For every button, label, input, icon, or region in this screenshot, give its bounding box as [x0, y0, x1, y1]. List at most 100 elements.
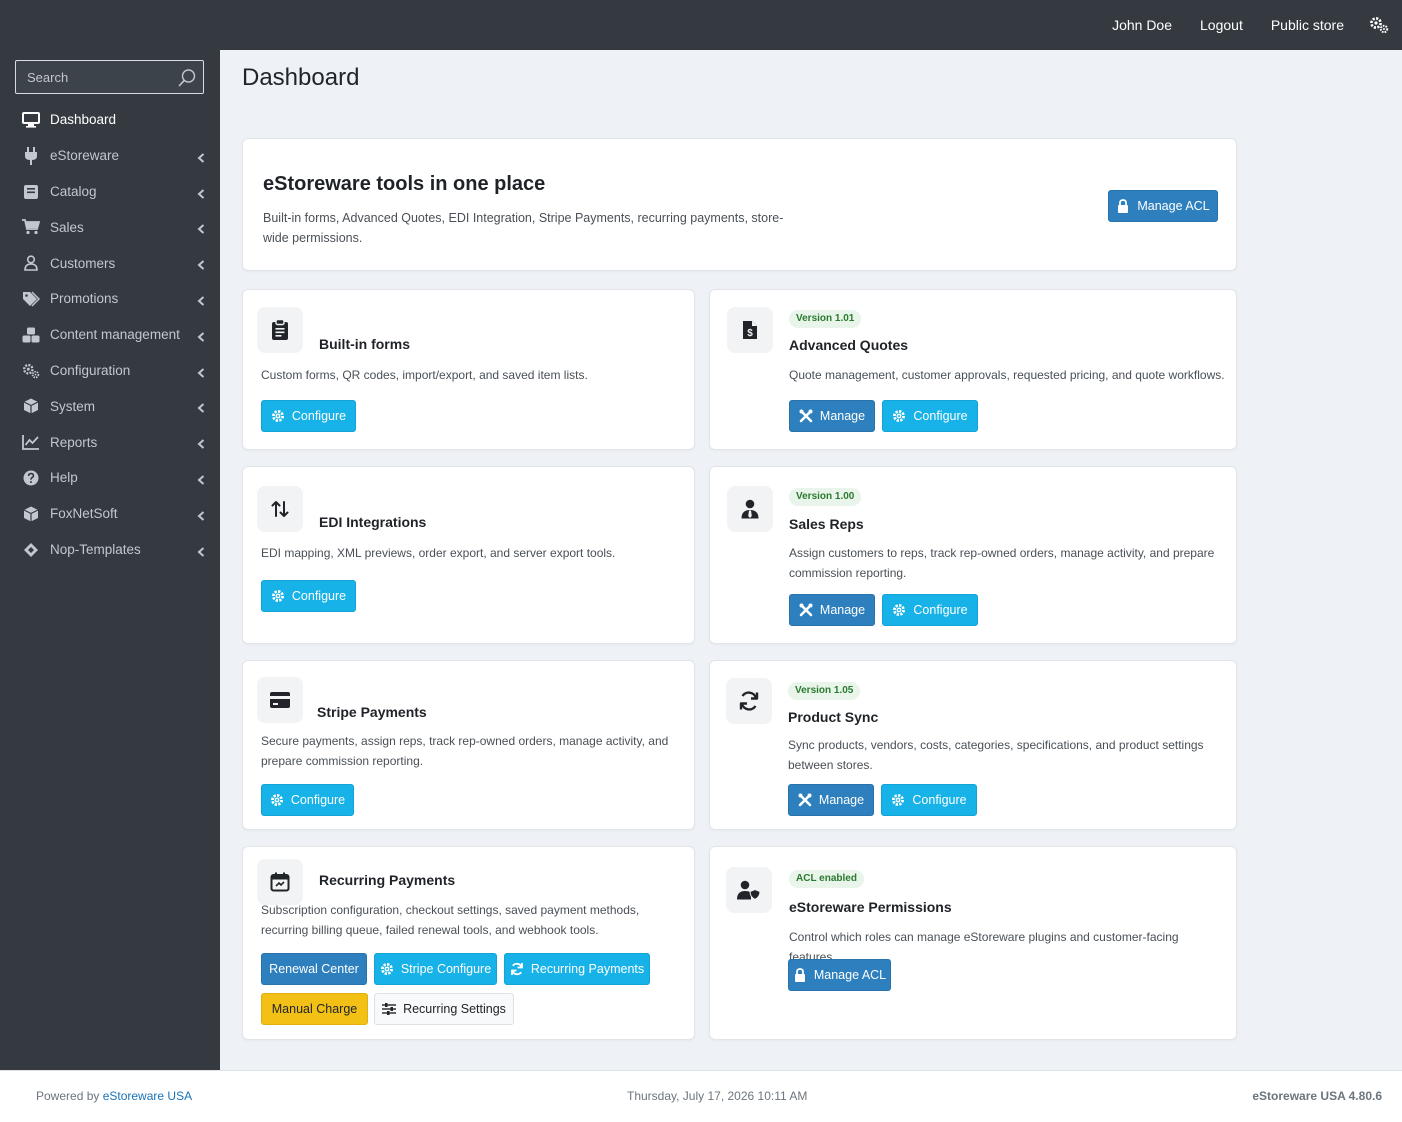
powered-by-link[interactable]: eStoreware USA: [103, 1089, 192, 1103]
powered-by-text: Powered by: [36, 1089, 103, 1103]
configure-label: Configure: [913, 409, 968, 423]
sidebar-item-label: FoxNetSoft: [50, 506, 118, 522]
sidebar-item-label: Promotions: [50, 291, 119, 307]
sidebar-item-label: Sales: [50, 219, 84, 235]
configure-button[interactable]: Configure: [261, 400, 356, 432]
chevron-left-icon: [197, 187, 205, 199]
clipboard-icon: [257, 307, 303, 353]
tool-title: Built-in forms: [319, 336, 410, 352]
sync-icon: [510, 962, 524, 976]
tool-description: Custom forms, QR codes, import/export, a…: [261, 368, 588, 382]
sidebar-item-system[interactable]: System: [0, 388, 220, 424]
credit-card-icon: [257, 677, 303, 723]
tool-description: Secure payments, assign reps, track rep-…: [261, 734, 669, 768]
configure-button[interactable]: Configure: [882, 400, 978, 432]
tool-title: EDI Integrations: [319, 514, 427, 530]
recurring-settings-button[interactable]: Recurring Settings: [374, 993, 514, 1025]
gear-icon: [892, 603, 906, 617]
page-title: Dashboard: [242, 64, 360, 91]
footer-powered-by: Powered by eStoreware USA: [36, 1089, 192, 1103]
manage-button[interactable]: Manage: [788, 784, 874, 816]
manage-label: Manage: [818, 793, 865, 807]
configure-button[interactable]: Configure: [882, 594, 978, 626]
chevron-left-icon: [197, 366, 205, 378]
footer-version: eStoreware USA 4.80.6: [1252, 1089, 1382, 1103]
plug-icon: [22, 146, 40, 165]
configure-button[interactable]: Configure: [261, 784, 354, 816]
recurring-payments-button[interactable]: Recurring Payments: [504, 953, 650, 985]
tool-card-product-sync: Version 1.05 Product Sync Sync products,…: [709, 660, 1237, 830]
logout-link[interactable]: Logout: [1200, 17, 1243, 33]
book-icon: [22, 183, 40, 201]
file-invoice-dollar-icon: $: [727, 307, 773, 353]
manage-acl-button[interactable]: Manage ACL: [1108, 190, 1218, 222]
cubes-icon: [22, 326, 40, 344]
sidebar-item-estoreware[interactable]: eStoreware: [0, 138, 220, 174]
tool-title: Recurring Payments: [319, 872, 456, 888]
tool-description: EDI mapping, XML previews, order export,…: [261, 546, 616, 560]
manual-charge-button[interactable]: Manual Charge: [261, 993, 368, 1025]
sidebar-item-catalog[interactable]: Catalog: [0, 174, 220, 210]
configure-label: Configure: [291, 409, 347, 423]
tool-description: Assign customers to reps, track rep-owne…: [789, 546, 1215, 580]
gear-icon: [891, 793, 905, 807]
configure-button[interactable]: Configure: [261, 580, 356, 612]
gears-icon: [22, 362, 40, 380]
recurring-settings-label: Recurring Settings: [403, 1002, 506, 1016]
stripe-configure-button[interactable]: Stripe Configure: [374, 953, 497, 985]
chevron-left-icon: [197, 437, 205, 449]
recurring-payments-label: Recurring Payments: [530, 962, 645, 976]
user-icon: [22, 254, 40, 272]
line-chart-icon: [22, 433, 40, 451]
cube-icon: [22, 505, 40, 523]
sidebar-item-help[interactable]: Help: [0, 460, 220, 496]
sidebar-item-nop-templates[interactable]: Nop-Templates: [0, 532, 220, 568]
manage-label: Manage: [819, 409, 866, 423]
sidebar-item-foxnetsoft[interactable]: FoxNetSoft: [0, 496, 220, 532]
acl-badge: ACL enabled: [789, 870, 864, 888]
sidebar-item-content-management[interactable]: Content management: [0, 317, 220, 353]
tools-icon: [799, 409, 813, 423]
monitor-icon: [22, 111, 40, 129]
manage-button[interactable]: Manage: [789, 400, 875, 432]
sidebar-item-dashboard[interactable]: Dashboard: [0, 102, 220, 138]
public-store-link[interactable]: Public store: [1271, 17, 1344, 33]
tool-card-recurring-payments: Recurring Payments Subscription configur…: [242, 846, 695, 1040]
tool-description: Sync products, vendors, costs, categorie…: [788, 738, 1204, 772]
lock-icon: [1116, 199, 1130, 213]
sidebar-item-promotions[interactable]: Promotions: [0, 281, 220, 317]
tool-card-advanced-quotes: $ Version 1.01 Advanced Quotes Quote man…: [709, 289, 1237, 450]
user-name-link[interactable]: John Doe: [1112, 17, 1172, 33]
version-badge: Version 1.01: [789, 310, 862, 328]
tools-icon: [799, 603, 813, 617]
tags-icon: [22, 290, 40, 308]
search-input[interactable]: [16, 69, 166, 85]
chevron-left-icon: [197, 509, 205, 521]
manage-button[interactable]: Manage: [789, 594, 875, 626]
sidebar-item-label: Catalog: [50, 183, 97, 199]
manage-acl-button[interactable]: Manage ACL: [788, 959, 891, 991]
chevron-left-icon: [197, 545, 205, 557]
sidebar-item-configuration[interactable]: Configuration: [0, 353, 220, 389]
gears-icon[interactable]: [1368, 14, 1390, 36]
tool-description: Subscription configuration, checkout set…: [261, 903, 640, 937]
sidebar-item-customers[interactable]: Customers: [0, 245, 220, 281]
version-badge: Version 1.05: [788, 682, 861, 700]
tool-title: Product Sync: [788, 709, 879, 725]
manage-label: Manage: [819, 603, 866, 617]
sidebar-item-reports[interactable]: Reports: [0, 424, 220, 460]
stripe-configure-label: Stripe Configure: [400, 962, 492, 976]
gear-icon: [271, 589, 285, 603]
manage-acl-label: Manage ACL: [813, 968, 887, 982]
gear-icon: [892, 409, 906, 423]
chevron-left-icon: [197, 473, 205, 485]
tool-card-stripe-payments: Stripe Payments Secure payments, assign …: [242, 660, 695, 830]
renewal-center-label: Renewal Center: [269, 962, 359, 976]
sidebar-item-sales[interactable]: Sales: [0, 209, 220, 245]
gear-icon: [380, 962, 394, 976]
configure-button[interactable]: Configure: [881, 784, 977, 816]
renewal-center-button[interactable]: Renewal Center: [261, 953, 367, 985]
configure-label: Configure: [290, 793, 346, 807]
search-icon[interactable]: [177, 68, 197, 88]
chevron-left-icon: [197, 258, 205, 270]
